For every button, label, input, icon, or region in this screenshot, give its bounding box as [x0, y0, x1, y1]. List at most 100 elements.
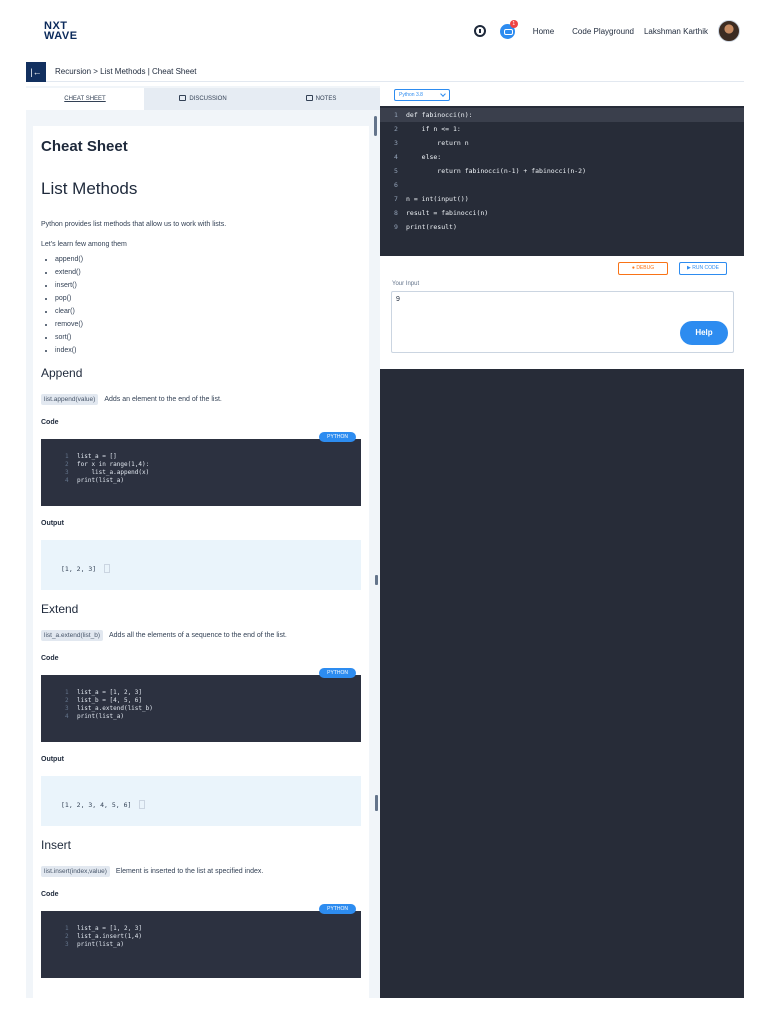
code-block: PYTHON 1 list_a = [] 2 for x in range(1,4)… [41, 432, 361, 506]
panel-resize-handle[interactable] [375, 795, 378, 811]
language-select[interactable]: Python 3.8 [394, 89, 450, 101]
code-line: print(list_a) [77, 941, 124, 948]
panel-resize-handle[interactable] [375, 575, 378, 585]
language-badge: PYTHON [319, 432, 356, 442]
method-signature: list.insert(index,value) [41, 866, 110, 877]
breadcrumb-text[interactable]: Recursion > List Methods | Cheat Sheet [55, 67, 197, 76]
code-line: return fabinocci(n-1) + fabinocci(n-2) [406, 167, 587, 175]
output-box: [1, 2, 3, 4, 5, 6] [41, 776, 361, 826]
code-snippet[interactable]: 1 list_a = [1, 2, 3] 2 list_a.insert(1,4) … [41, 911, 361, 978]
debug-label: DEBUG [636, 265, 655, 271]
nxtwave-logo[interactable]: NXT WAVE [44, 21, 78, 42]
line-number: 1 [65, 689, 69, 696]
line-number: 3 [65, 469, 69, 476]
code-snippet[interactable]: 1 list_a = [1, 2, 3] 2 list_b = [4, 5, 6] … [41, 675, 361, 742]
language-select-value: Python 3.8 [399, 92, 423, 98]
code-block: PYTHON 1 list_a = [1, 2, 3] 2 list_b = [4,… [41, 668, 361, 742]
run-code-button[interactable]: ▶ RUN CODE [679, 262, 727, 275]
help-button[interactable]: Help [680, 321, 728, 345]
code-snippet[interactable]: 1 list_a = [] 2 for x in range(1,4): 3 lis… [41, 439, 361, 506]
tab-cheat-sheet[interactable]: CHEAT SHEET [26, 88, 144, 110]
code-line: if n <= 1: [406, 125, 461, 133]
line-number: 4 [65, 477, 69, 484]
tab-discussion-label: DISCUSSION [189, 96, 227, 102]
tab-bar: CHEAT SHEET DISCUSSION NOTES [26, 88, 380, 110]
list-item: extend() [55, 269, 361, 276]
code-line: list_a = [1, 2, 3] [77, 925, 143, 932]
intro-text-2: Let’s learn few among them [41, 241, 127, 248]
output-text: [1, 2, 3] [61, 565, 97, 573]
copy-icon[interactable] [104, 564, 111, 573]
copy-icon[interactable] [139, 800, 146, 809]
nav-code-playground[interactable]: Code Playground [572, 27, 634, 36]
page-title: List Methods [41, 179, 138, 198]
list-item: index() [55, 347, 361, 354]
line-number: 6 [394, 181, 398, 189]
input-label: Your Input [392, 281, 420, 287]
line-number: 8 [394, 209, 398, 217]
method-signature-row: list.insert(index,value) Element is inse… [41, 866, 361, 877]
method-description: Element is inserted to the list at speci… [115, 868, 264, 875]
method-signature-row: list.append(value) Adds an element to th… [41, 394, 361, 405]
code-line: result = fabinocci(n) [406, 209, 489, 217]
section-title-extend: Extend [41, 602, 79, 616]
line-number: 1 [65, 453, 69, 460]
code-line: for x in range(1,4): [77, 461, 150, 468]
code-line: print(result) [406, 223, 457, 231]
nav-home[interactable]: Home [533, 27, 554, 36]
scrollbar-thumb[interactable] [374, 116, 377, 136]
code-line: print(list_a) [77, 477, 124, 484]
line-number: 1 [65, 925, 69, 932]
line-number: 9 [394, 223, 398, 231]
line-number: 4 [65, 713, 69, 720]
editor-line: 9 print(result) [380, 220, 744, 234]
discussion-icon [179, 95, 187, 101]
stopwatch-icon[interactable] [473, 25, 486, 37]
list-item: append() [55, 256, 361, 263]
line-number: 7 [394, 195, 398, 203]
chat-icon[interactable]: 1 [499, 19, 518, 39]
list-item: clear() [55, 308, 361, 315]
top-navbar: NXT WAVE 1 Home Code Playground Lakshman… [0, 0, 768, 62]
language-badge: PYTHON [319, 668, 356, 678]
logo-bottom-text: WAVE [44, 30, 78, 42]
editor-line: 3 return n [380, 136, 744, 150]
code-line: list_a.insert(1,4) [77, 933, 143, 940]
method-signature: list.append(value) [41, 394, 99, 405]
cheat-sheet-title: Cheat Sheet [41, 138, 128, 155]
line-number: 1 [394, 111, 398, 119]
custom-input-field[interactable]: 9 [391, 291, 734, 353]
breadcrumb: |← Recursion > List Methods | Cheat Shee… [26, 61, 744, 82]
method-signature-row: list_a.extend(list_b) Adds all the eleme… [41, 630, 361, 641]
notes-icon [305, 95, 313, 101]
editor-line: 2 if n <= 1: [380, 122, 744, 136]
output-box: [1, 2, 3] [41, 540, 361, 590]
line-number: 3 [394, 139, 398, 147]
code-line: list_a.append(x) [77, 469, 150, 476]
language-badge: PYTHON [319, 904, 356, 914]
line-number: 2 [65, 697, 69, 704]
debug-button[interactable]: ● DEBUG [618, 262, 668, 275]
avatar[interactable] [718, 20, 740, 42]
editor-line: 4 else: [380, 150, 744, 164]
tab-notes-label: NOTES [315, 96, 337, 102]
user-name[interactable]: Lakshman Karthik [644, 27, 708, 36]
code-line: return n [406, 139, 469, 147]
tab-notes[interactable]: NOTES [262, 88, 380, 110]
app-root: NXT WAVE 1 Home Code Playground Lakshman… [0, 0, 768, 1024]
editor-line: 1 def fabinocci(n): [380, 108, 744, 122]
back-arrow-icon[interactable]: |← [26, 61, 46, 82]
code-label: Code [41, 891, 59, 898]
editor-line: 8 result = fabinocci(n) [380, 206, 744, 220]
cheat-sheet-panel: CHEAT SHEET DISCUSSION NOTES Cheat Sheet… [26, 86, 380, 998]
output-label: Output [41, 756, 64, 763]
code-line: def fabinocci(n): [406, 111, 473, 119]
line-number: 5 [394, 167, 398, 175]
code-editor[interactable]: 1 def fabinocci(n): 2 if n <= 1: 3 return… [380, 106, 744, 256]
line-number: 2 [65, 461, 69, 468]
tab-discussion[interactable]: DISCUSSION [144, 88, 262, 110]
list-item: pop() [55, 295, 361, 302]
output-label: Output [41, 520, 64, 527]
list-item: insert() [55, 282, 361, 289]
code-editor-panel: Python 3.8 1 def fabinocci(n): 2 if n <= … [380, 86, 744, 998]
